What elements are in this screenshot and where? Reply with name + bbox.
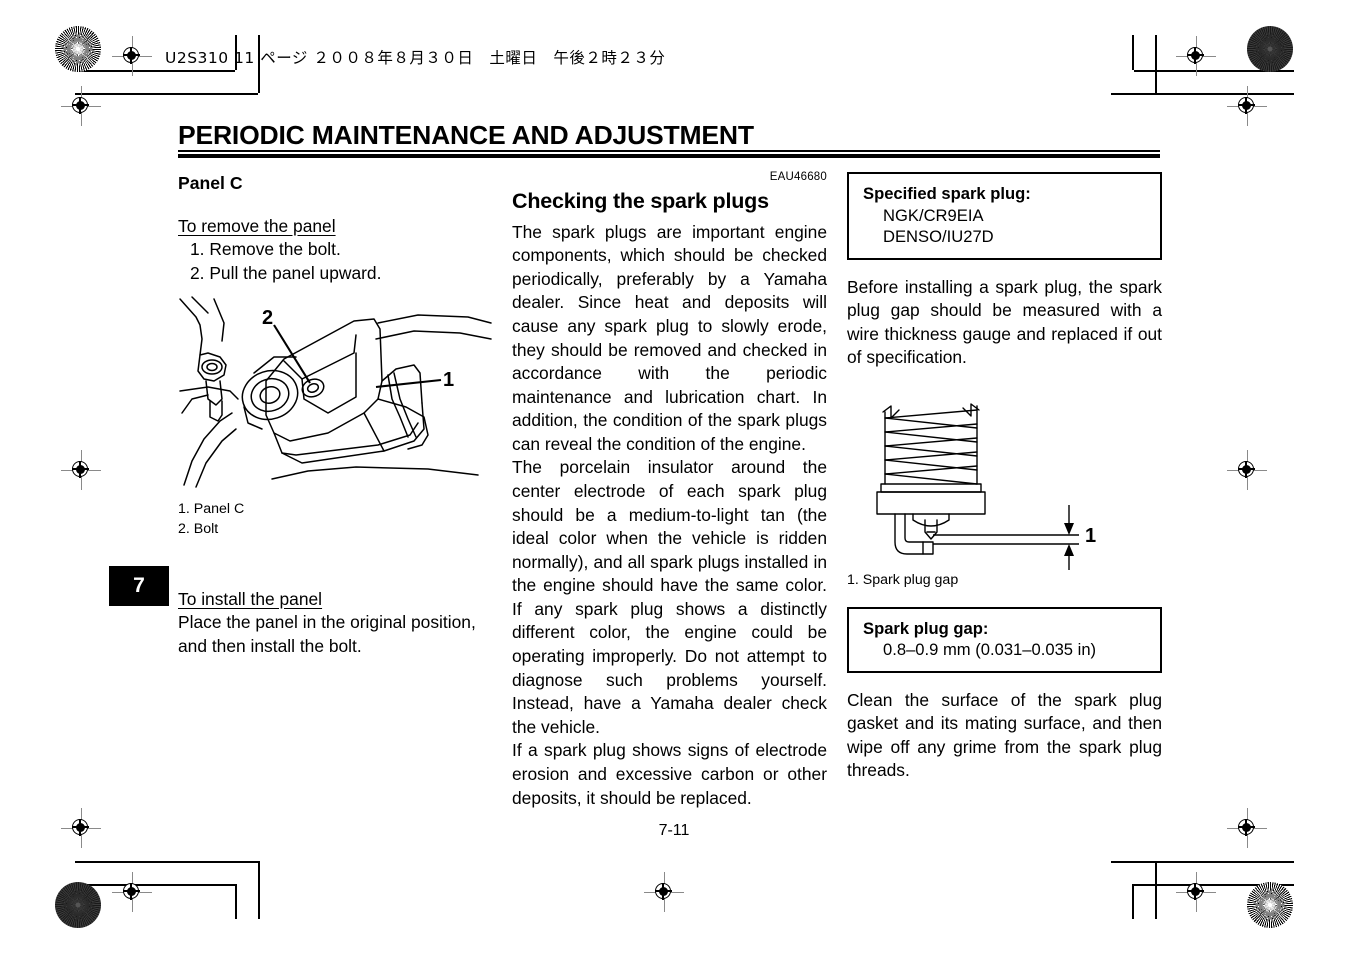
specified-spark-plug-title: Specified spark plug: <box>863 184 1031 203</box>
panel-c-heading: Panel C <box>178 173 243 193</box>
checking-spark-plugs-heading: Checking the spark plugs <box>512 188 769 213</box>
leader-line-2 <box>273 324 311 384</box>
density-patch-top-left <box>55 26 101 72</box>
figure-callout-1: 1 <box>1085 525 1097 547</box>
page-title: PERIODIC MAINTENANCE AND ADJUSTMENT <box>178 120 754 150</box>
registration-mark-top-right-inner <box>1176 36 1216 76</box>
registration-mark-left-middle <box>61 450 101 490</box>
figure-callout-1: 1 <box>443 368 455 391</box>
panel-c-figure: 2 1 <box>178 295 493 490</box>
registration-mark-right-middle <box>1227 450 1267 490</box>
title-rule-thin <box>178 150 1160 152</box>
spark-plug-gap-figure: 1 <box>847 392 1162 570</box>
legend-item: 1. Panel C <box>178 500 245 517</box>
before-installing-text: Before installing a spark plug, the spar… <box>847 276 1162 368</box>
spark-plug-illustration <box>876 403 1079 570</box>
to-remove-the-panel-heading: To remove the panel <box>178 215 336 236</box>
figure-callout-2: 2 <box>262 306 274 329</box>
page-number: 7-11 <box>658 822 690 839</box>
spark-plug-gap-legend: 1. Spark plug gap <box>847 572 959 588</box>
eau-reference-code: EAU46680 <box>769 171 827 183</box>
registration-mark-top-left-inner <box>112 36 152 76</box>
panel-c-legend: 1. Panel C 2. Bolt <box>178 499 493 540</box>
density-patch-bottom-right <box>1247 882 1293 928</box>
left-column: Panel C To remove the panel 1. Remove th… <box>178 172 493 658</box>
registration-mark-top-left-outer <box>61 86 101 126</box>
legend-item: 2. Bolt <box>178 521 219 538</box>
leader-line-1 <box>375 378 442 388</box>
to-install-the-panel-heading: To install the panel <box>178 588 323 609</box>
registration-mark-bottom-right-inner <box>1176 872 1216 912</box>
title-rule-thick <box>178 154 1160 158</box>
gap-arrowheads <box>1064 523 1074 556</box>
install-panel-text: Place the panel in the original position… <box>178 612 476 656</box>
list-item: 1. Remove the bolt. <box>190 239 341 260</box>
specified-spark-plug-box: Specified spark plug: NGK/CR9EIA DENSO/I… <box>847 172 1162 260</box>
chapter-tab-number: 7 <box>109 566 169 606</box>
right-column: Specified spark plug: NGK/CR9EIA DENSO/I… <box>847 172 1162 783</box>
remove-steps-list: 1. Remove the bolt. 2. Pull the panel up… <box>178 238 493 285</box>
registration-mark-bottom-left-inner <box>112 872 152 912</box>
spark-plug-paragraph-1: The spark plugs are important engine com… <box>512 221 827 454</box>
spark-plug-gap-value: 0.8–0.9 mm (0.031–0.035 in) <box>883 640 1097 660</box>
spark-plug-gap-title: Spark plug gap: <box>863 618 989 638</box>
density-patch-bottom-left <box>55 882 101 928</box>
print-slug-line: U2S310 11 ページ ２００８年８月３０日 土曜日 午後２時２３分 <box>165 49 666 67</box>
registration-mark-top-right-outer <box>1227 86 1267 126</box>
density-patch-top-right <box>1247 26 1293 72</box>
registration-mark-bottom-center <box>644 872 684 912</box>
spark-plug-paragraph-2: The porcelain insulator around the cente… <box>512 457 827 737</box>
specified-spark-plug-value: DENSO/IU27D <box>883 227 994 247</box>
spark-plug-paragraph-3: If a spark plug shows signs of electrode… <box>512 740 827 808</box>
middle-column: EAU46680 Checking the spark plugs The sp… <box>512 171 827 810</box>
spark-plug-gap-box: Spark plug gap: 0.8–0.9 mm (0.031–0.035 … <box>847 606 1162 673</box>
list-item: 2. Pull the panel upward. <box>190 262 382 283</box>
clean-gasket-text: Clean the surface of the spark plug gask… <box>847 689 1162 781</box>
specified-spark-plug-value: NGK/CR9EIA <box>883 205 984 225</box>
